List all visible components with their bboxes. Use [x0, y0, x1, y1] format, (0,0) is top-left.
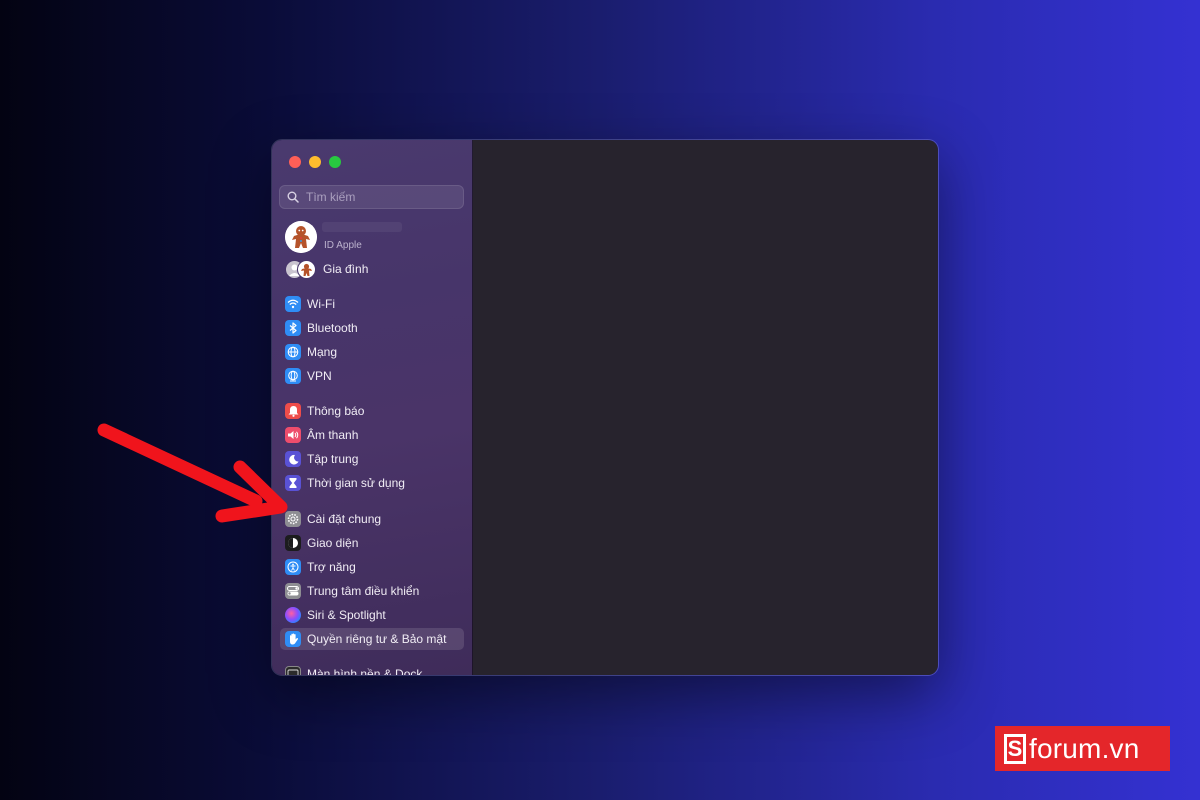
- gear-icon: [285, 511, 301, 527]
- sidebar-item-appearance[interactable]: Giao diện: [280, 532, 464, 554]
- wifi-icon: [285, 296, 301, 312]
- family-member-avatar: [297, 260, 316, 279]
- zoom-window-button[interactable]: [329, 156, 341, 168]
- sidebar-item-privacy-security[interactable]: Quyền riêng tư & Bảo mật: [280, 628, 464, 650]
- sidebar-item-accessibility[interactable]: Trợ năng: [280, 556, 464, 578]
- vpn-globe-icon: [285, 368, 301, 384]
- sidebar-item-desktop-dock[interactable]: Màn hình nền & Dock: [280, 663, 464, 675]
- gingerbread-avatar-icon: [285, 221, 317, 253]
- sidebar-item-label: Giao diện: [307, 536, 359, 550]
- sidebar-item-label: Wi-Fi: [307, 297, 335, 311]
- sidebar-item-control-center[interactable]: Trung tâm điều khiển: [280, 580, 464, 602]
- sidebar-item-label: Mạng: [307, 345, 338, 359]
- avatar: [285, 221, 317, 253]
- sidebar-item-general[interactable]: Cài đặt chung: [280, 508, 464, 530]
- sidebar-item-screen-time[interactable]: Thời gian sử dụng: [280, 472, 464, 494]
- sidebar-item-label: Trung tâm điều khiển: [307, 584, 420, 598]
- moon-icon: [285, 451, 301, 467]
- settings-content-pane: [473, 140, 938, 675]
- sidebar-item-label: Trợ năng: [307, 560, 356, 574]
- sidebar-item-notifications[interactable]: Thông báo: [280, 400, 464, 422]
- search-icon: [287, 191, 299, 203]
- apple-id-label: ID Apple: [324, 240, 362, 251]
- minimize-window-button[interactable]: [309, 156, 321, 168]
- bell-icon: [285, 403, 301, 419]
- sidebar-item-network[interactable]: Mạng: [280, 341, 464, 363]
- accessibility-icon: [285, 559, 301, 575]
- search-field[interactable]: [279, 185, 464, 209]
- sidebar-item-vpn[interactable]: VPN: [280, 365, 464, 387]
- sforum-watermark: S forum.vn: [995, 726, 1170, 771]
- sidebar-item-label: Quyền riêng tư & Bảo mật: [307, 632, 447, 646]
- sidebar-item-label: Màn hình nền & Dock: [307, 667, 423, 675]
- window-controls: [289, 156, 341, 168]
- sidebar-item-label: VPN: [307, 369, 332, 383]
- sidebar-item-siri-spotlight[interactable]: Siri & Spotlight: [280, 604, 464, 626]
- sidebar-item-label: Siri & Spotlight: [307, 608, 386, 622]
- sidebar-item-label: Thời gian sử dụng: [307, 476, 405, 490]
- sidebar-item-sound[interactable]: Âm thanh: [280, 424, 464, 446]
- globe-icon: [285, 344, 301, 360]
- dock-icon: [285, 666, 301, 675]
- siri-icon: [285, 607, 301, 623]
- close-window-button[interactable]: [289, 156, 301, 168]
- sidebar-item-bluetooth[interactable]: Bluetooth: [280, 317, 464, 339]
- bluetooth-icon: [285, 320, 301, 336]
- account-name-redacted: [322, 222, 402, 232]
- sidebar-item-label: Thông báo: [307, 404, 365, 418]
- appearance-icon: [285, 535, 301, 551]
- sforum-logo-text: forum.vn: [1029, 732, 1140, 764]
- speaker-icon: [285, 427, 301, 443]
- search-input[interactable]: [304, 189, 458, 205]
- sidebar-item-label: Âm thanh: [307, 428, 359, 442]
- control-center-icon: [285, 583, 301, 599]
- sidebar-item-wifi[interactable]: Wi-Fi: [280, 293, 464, 315]
- sidebar-item-family[interactable]: Gia đình: [282, 258, 462, 280]
- sidebar-item-label: Gia đình: [323, 262, 369, 276]
- sidebar-item-focus[interactable]: Tập trung: [280, 448, 464, 470]
- family-icon: [282, 259, 316, 279]
- hand-icon: [285, 631, 301, 647]
- hourglass-icon: [285, 475, 301, 491]
- sforum-logo-mark: S: [1004, 733, 1026, 764]
- system-settings-window: ID Apple Gia đình Wi-Fi Blu: [271, 139, 939, 676]
- sidebar: ID Apple Gia đình Wi-Fi Blu: [272, 140, 473, 675]
- apple-id-account[interactable]: ID Apple: [282, 219, 406, 255]
- sidebar-item-label: Bluetooth: [307, 321, 358, 335]
- sidebar-item-label: Cài đặt chung: [307, 512, 382, 526]
- sidebar-item-label: Tập trung: [307, 452, 359, 466]
